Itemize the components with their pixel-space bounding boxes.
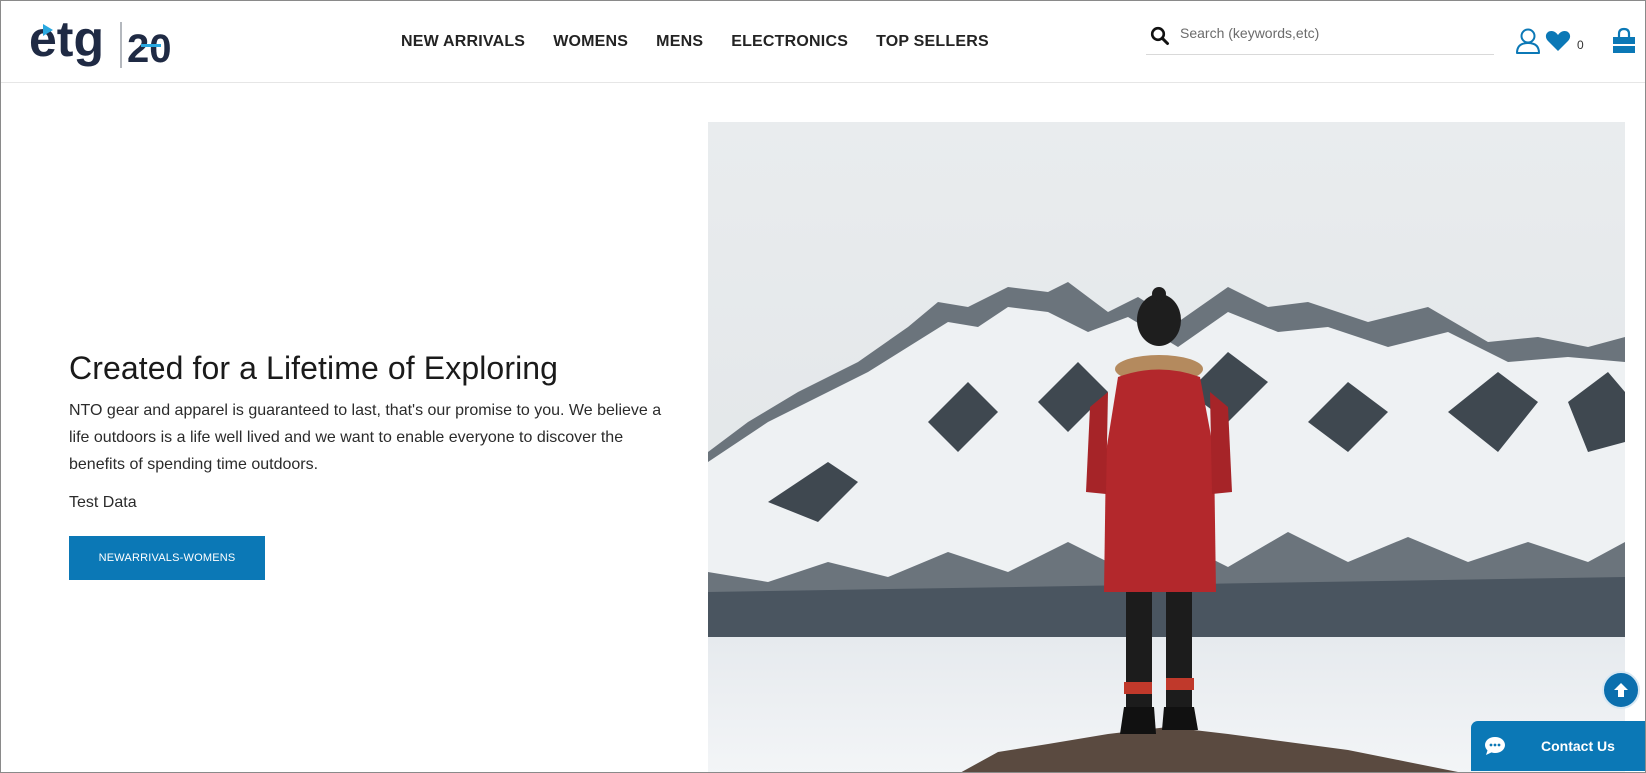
nav-mens[interactable]: MENS — [656, 33, 703, 51]
nav-top-sellers[interactable]: TOP SELLERS — [876, 33, 989, 51]
chat-icon — [1485, 737, 1505, 755]
search-bar — [1146, 23, 1494, 55]
shopping-bag-icon[interactable] — [1610, 27, 1638, 55]
arrow-up-icon — [1614, 683, 1628, 697]
hero-image — [708, 122, 1625, 772]
heart-icon[interactable] — [1545, 29, 1571, 53]
newarrivals-womens-button[interactable]: NEWARRIVALS-WOMENS — [69, 536, 265, 580]
wishlist-count: 0 — [1577, 38, 1584, 52]
search-icon[interactable] — [1150, 26, 1170, 46]
nav-new-arrivals[interactable]: NEW ARRIVALS — [401, 33, 525, 51]
nav-womens[interactable]: WOMENS — [553, 33, 628, 51]
main-nav: NEW ARRIVALS WOMENS MENS ELECTRONICS TOP… — [401, 1, 989, 82]
logo-wordmark: etg — [29, 14, 104, 67]
nav-electronics[interactable]: ELECTRONICS — [731, 33, 848, 51]
etg-logo[interactable]: etg 20 — [29, 14, 185, 76]
search-input[interactable] — [1180, 25, 1480, 41]
contact-us-label: Contact Us — [1541, 738, 1615, 754]
hero-title: Created for a Lifetime of Exploring — [69, 350, 559, 386]
hero-note: Test Data — [69, 494, 137, 511]
site-header: etg 20 NEW ARRIVALS WOMENS MENS ELECTRON… — [1, 1, 1645, 83]
scroll-to-top-button[interactable] — [1602, 671, 1640, 709]
hero-description: NTO gear and apparel is guaranteed to la… — [69, 402, 662, 473]
page: etg 20 NEW ARRIVALS WOMENS MENS ELECTRON… — [0, 0, 1646, 773]
user-icon[interactable] — [1515, 27, 1541, 55]
logo-number: 20 — [127, 27, 172, 71]
contact-us-button[interactable]: Contact Us — [1471, 721, 1645, 771]
header-actions: 0 — [1515, 27, 1638, 55]
